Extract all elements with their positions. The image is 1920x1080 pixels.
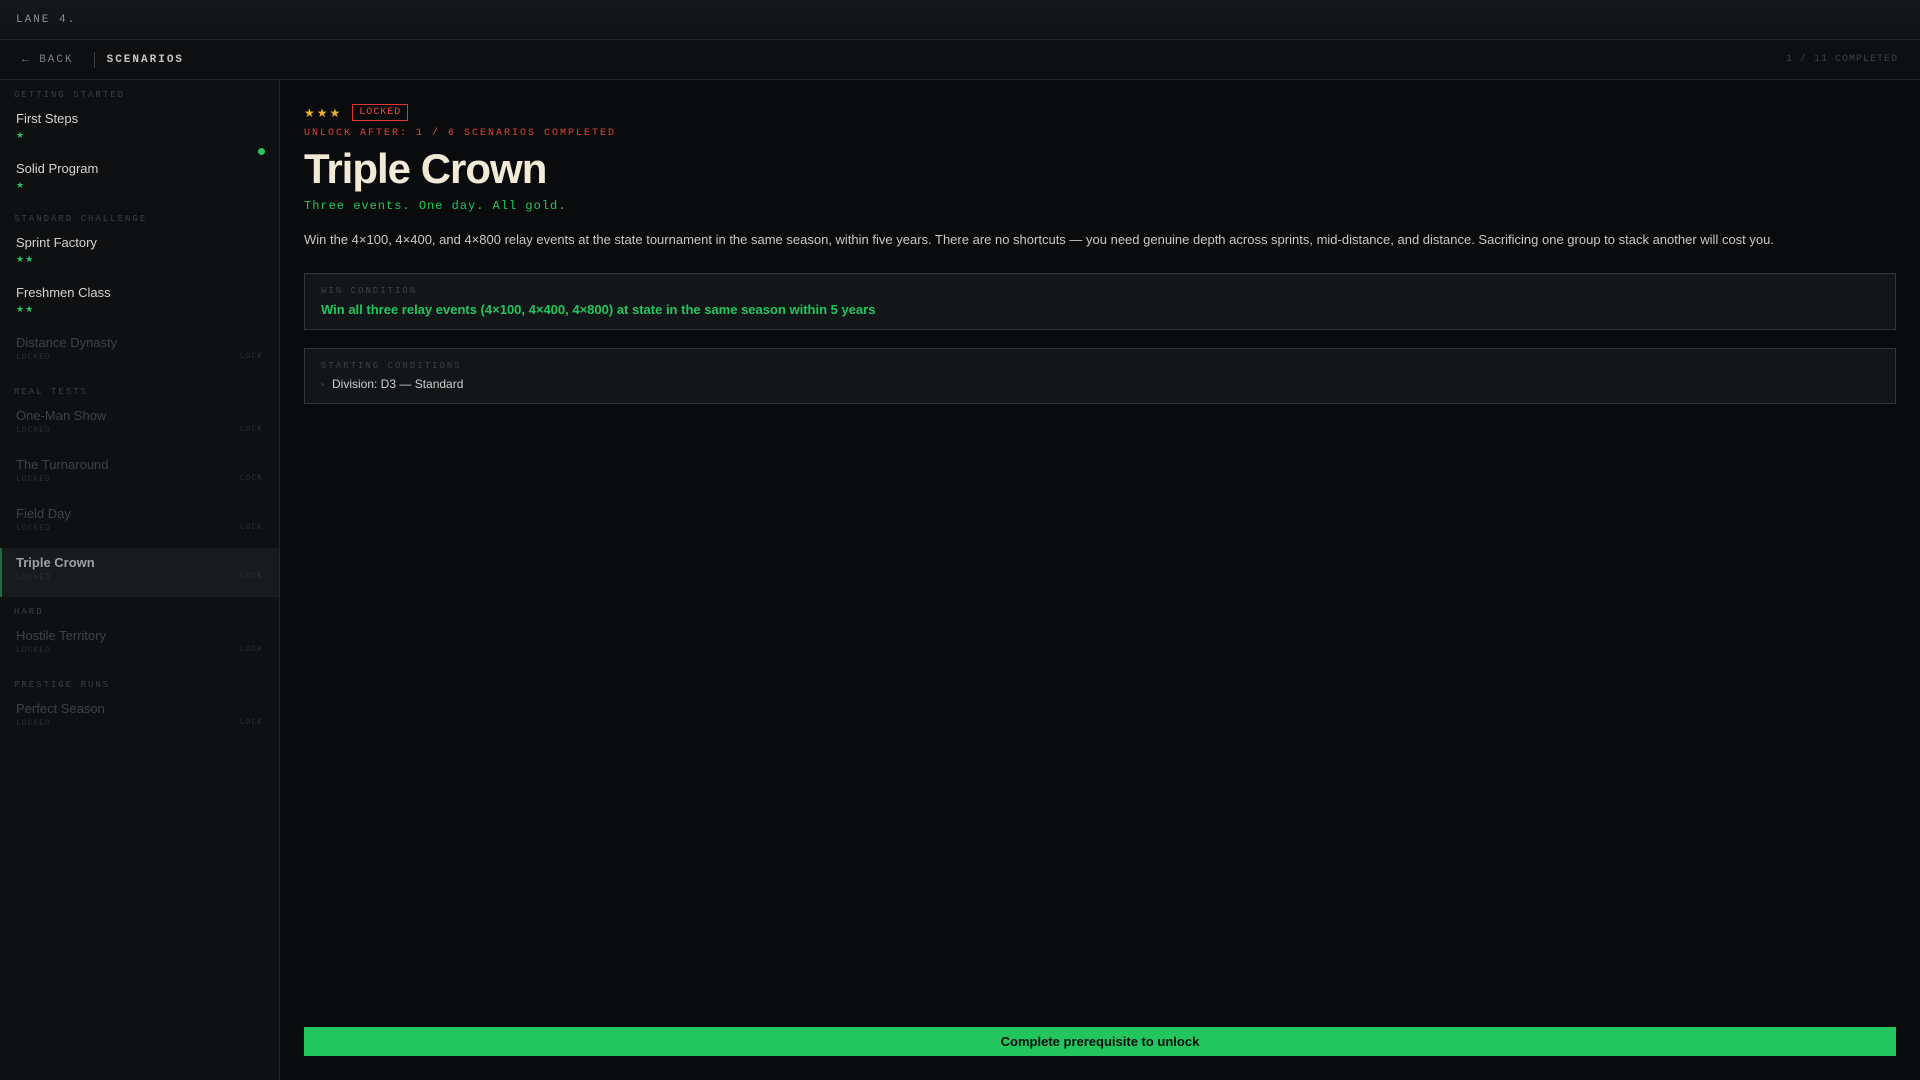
lock-tag: LOCK <box>239 645 263 654</box>
sidebar-item-one-man-show[interactable]: One-Man Show LOCKED LOCK <box>0 401 279 450</box>
locked-status: LOCKED <box>16 353 51 362</box>
sidebar-item-label: First Steps <box>16 111 79 126</box>
difficulty-stars: ★ <box>16 180 26 190</box>
group-label-real-tests: REAL TESTS <box>14 387 89 397</box>
unlock-button[interactable]: Complete prerequisite to unlock <box>304 1027 1896 1056</box>
completion-counter: 1 / 11 COMPLETED <box>1785 54 1898 65</box>
difficulty-stars: ★ <box>16 130 26 140</box>
group-label-prestige-runs: PRESTIGE RUNS <box>14 680 111 690</box>
sidebar-item-label: Distance Dynasty <box>16 335 118 350</box>
scenario-detail: ★★★ LOCKED UNLOCK AFTER: 1 / 6 SCENARIOS… <box>280 80 1920 1080</box>
lock-tag: LOCK <box>239 474 263 483</box>
sidebar-item-hostile-territory[interactable]: Hostile Territory LOCKED LOCK <box>0 621 279 670</box>
sidebar-item-first-steps[interactable]: First Steps ★ <box>0 104 279 155</box>
status-badge: LOCKED <box>352 104 409 121</box>
win-condition-card: WIN CONDITION Win all three relay events… <box>304 273 1896 331</box>
lock-tag: LOCK <box>239 523 263 532</box>
sidebar-item-the-turnaround[interactable]: The Turnaround LOCKED LOCK <box>0 450 279 499</box>
unlock-requirement: UNLOCK AFTER: 1 / 6 SCENARIOS COMPLETED <box>304 128 617 139</box>
lock-tag: LOCK <box>239 572 263 581</box>
sidebar-item-freshmen-class[interactable]: Freshmen Class ★★ <box>0 278 279 328</box>
sidebar-item-label: Perfect Season <box>16 701 105 716</box>
scenario-description: Win the 4×100, 4×400, and 4×800 relay ev… <box>304 232 1774 247</box>
sidebar-item-triple-crown[interactable]: Triple Crown LOCKED LOCK <box>0 548 279 597</box>
locked-status: LOCKED <box>16 475 51 484</box>
group-label-hard: HARD <box>14 607 44 617</box>
bullet-icon <box>321 382 324 386</box>
sidebar-item-label: Triple Crown <box>16 555 95 570</box>
sidebar-item-label: Sprint Factory <box>16 235 97 250</box>
sidebar-item-solid-program[interactable]: Solid Program ★ <box>0 154 279 204</box>
difficulty-stars-icon: ★★★ <box>304 105 343 120</box>
starting-conditions-card: STARTING CONDITIONS Division: D3 — Stand… <box>304 348 1896 405</box>
sidebar-item-sprint-factory[interactable]: Sprint Factory ★★ <box>0 228 279 278</box>
sidebar-item-perfect-season[interactable]: Perfect Season LOCKED LOCK <box>0 694 279 743</box>
locked-status: LOCKED <box>16 646 51 655</box>
app-brand: LANE 4. <box>16 13 77 26</box>
card-label: STARTING CONDITIONS <box>321 361 462 372</box>
list-item: Division: D3 — Standard <box>321 377 1879 391</box>
group-label-getting-started: GETTING STARTED <box>14 90 126 100</box>
sidebar-item-label: Solid Program <box>16 161 99 176</box>
sidebar-item-label: Field Day <box>16 506 71 521</box>
group-label-standard-challenge: STANDARD CHALLENGE <box>14 214 148 224</box>
scenario-sidebar: GETTING STARTED First Steps ★ Solid Prog… <box>0 80 280 1080</box>
scenario-title: Triple Crown <box>304 145 547 192</box>
sidebar-item-label: Freshmen Class <box>16 285 111 300</box>
lock-tag: LOCK <box>239 718 263 727</box>
page-title: SCENARIOS <box>106 53 185 66</box>
card-label: WIN CONDITION <box>321 286 418 297</box>
sidebar-item-label: Hostile Territory <box>16 628 107 643</box>
app-bar: LANE 4. <box>0 0 1920 40</box>
scenario-nav: ← BACK SCENARIOS 1 / 11 COMPLETED <box>0 40 1920 80</box>
sidebar-item-field-day[interactable]: Field Day LOCKED LOCK <box>0 499 279 548</box>
sidebar-item-distance-dynasty[interactable]: Distance Dynasty LOCKED LOCK <box>0 328 279 377</box>
sidebar-item-label: One-Man Show <box>16 408 107 423</box>
scenario-meta: ★★★ LOCKED <box>304 104 1896 121</box>
sidebar-item-label: The Turnaround <box>16 457 109 472</box>
scenario-tagline: Three events. One day. All gold. <box>304 199 567 213</box>
lock-tag: LOCK <box>239 352 263 361</box>
back-button[interactable]: ← BACK <box>22 51 95 68</box>
win-condition-text: Win all three relay events (4×100, 4×400… <box>321 302 876 318</box>
locked-status: LOCKED <box>16 524 51 533</box>
locked-status: LOCKED <box>16 426 51 435</box>
difficulty-stars: ★★ <box>16 304 35 314</box>
lock-tag: LOCK <box>239 425 263 434</box>
locked-status: LOCKED <box>16 573 51 582</box>
difficulty-stars: ★★ <box>16 254 35 264</box>
locked-status: LOCKED <box>16 719 51 728</box>
starting-condition-text: Division: D3 — Standard <box>332 377 464 392</box>
